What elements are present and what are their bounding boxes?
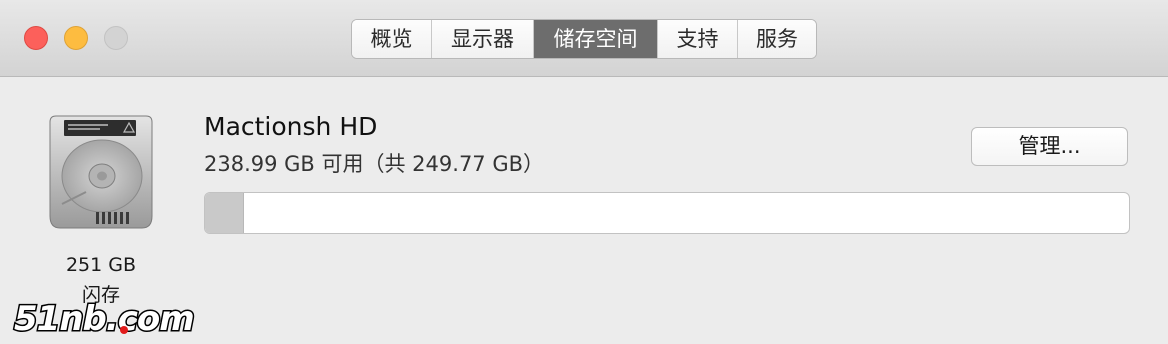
volume-name: Mactionsh HD — [204, 112, 378, 141]
svg-text:51nb.com: 51nb.com — [14, 299, 194, 339]
close-window-button[interactable] — [24, 26, 48, 50]
segmented-tab-control: 概览 显示器 储存空间 支持 服务 — [351, 19, 817, 59]
tab-storage[interactable]: 储存空间 — [534, 20, 658, 58]
manage-button[interactable]: 管理... — [971, 127, 1128, 166]
watermark-logo: 51nb.com — [13, 298, 197, 341]
zoom-window-button[interactable] — [104, 26, 128, 50]
toolbar: 概览 显示器 储存空间 支持 服务 — [0, 0, 1168, 77]
tab-overview[interactable]: 概览 — [352, 20, 432, 58]
minimize-window-button[interactable] — [64, 26, 88, 50]
disk-size-label: 251 GB — [65, 254, 137, 276]
tab-displays[interactable]: 显示器 — [432, 20, 534, 58]
volume-capacity: 238.99 GB 可用（共 249.77 GB） — [204, 152, 545, 176]
storage-usage-bar — [204, 192, 1130, 234]
hard-drive-icon — [49, 115, 153, 229]
tab-service[interactable]: 服务 — [738, 20, 816, 58]
storage-used-segment — [205, 193, 244, 233]
about-this-mac-window: 概览 显示器 储存空间 支持 服务 251 GB 闪存 Mactionsh HD… — [0, 0, 1168, 344]
tab-support[interactable]: 支持 — [658, 20, 738, 58]
